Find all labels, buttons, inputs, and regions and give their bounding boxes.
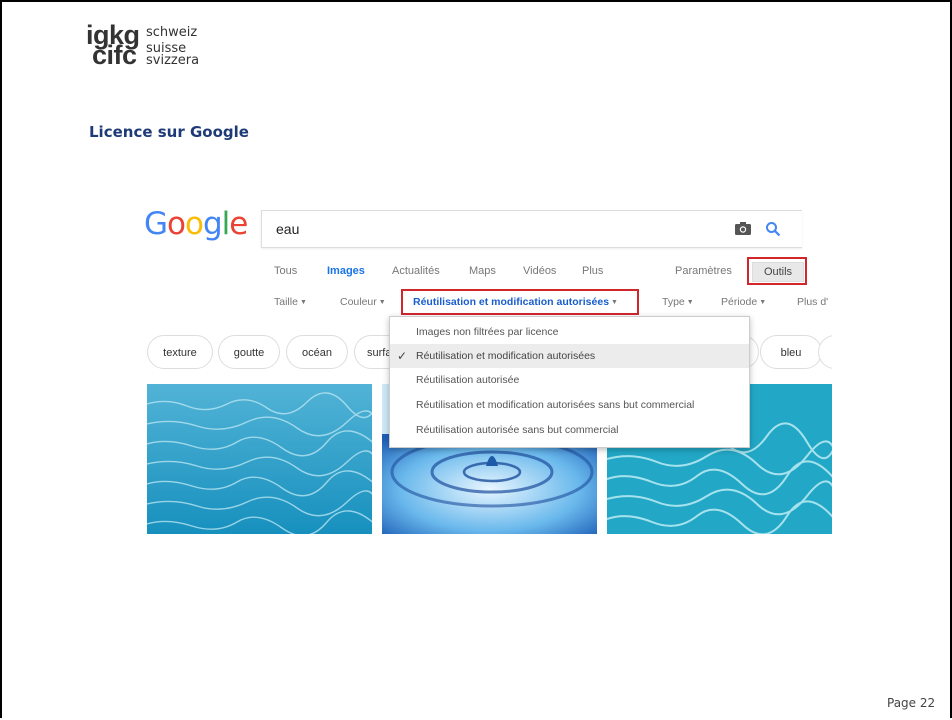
dropdown-item[interactable]: Réutilisation autorisée sans but commerc… (390, 418, 749, 442)
filter-type[interactable]: Type ▼ (662, 296, 694, 308)
chip-texture[interactable]: texture (147, 335, 213, 369)
google-logo-letter: o (167, 206, 186, 242)
filter-size-label: Taille (274, 296, 298, 308)
search-query: eau (276, 221, 300, 237)
tab-images[interactable]: Images (327, 265, 365, 277)
water-texture-image (147, 384, 372, 534)
image-result[interactable] (147, 384, 372, 534)
logo-lang-stack: suisse svizzera (146, 42, 200, 68)
dropdown-item-selected[interactable]: ✓ Réutilisation et modification autorisé… (390, 344, 749, 368)
google-logo[interactable]: Google (144, 206, 248, 242)
google-images-screenshot: Google eau Tous Images Actualités Maps V… (144, 202, 832, 534)
chip-goutte[interactable]: goutte (218, 335, 280, 369)
filter-color[interactable]: Couleur ▼ (340, 296, 386, 308)
caret-down-icon: ▼ (299, 299, 307, 306)
filter-type-label: Type (662, 296, 685, 308)
tab-plus[interactable]: Plus (582, 265, 603, 277)
slide: igkg schweiz cifc suisse svizzera Licenc… (0, 0, 952, 718)
filter-period-label: Période (721, 296, 758, 308)
google-logo-letter: g (202, 206, 223, 242)
filter-color-label: Couleur (340, 296, 377, 308)
tab-actualites[interactable]: Actualités (392, 265, 440, 277)
search-tabs: Tous Images Actualités Maps Vidéos Plus … (144, 265, 832, 283)
google-logo-letter: e (229, 206, 248, 242)
usage-rights-label: Réutilisation et modification autorisées (413, 296, 610, 308)
caret-down-icon: ▼ (611, 299, 618, 306)
igkg-logo: igkg schweiz cifc suisse svizzera (86, 22, 200, 70)
caret-down-icon: ▼ (686, 299, 694, 306)
filter-period[interactable]: Période ▼ (721, 296, 766, 308)
filter-size[interactable]: Taille ▼ (274, 296, 307, 308)
usage-rights-filter[interactable]: Réutilisation et modification autorisées… (401, 289, 639, 315)
logo-svizzera: svizzera (146, 53, 200, 68)
search-input[interactable]: eau (261, 210, 802, 248)
logo-cifc: cifc (92, 40, 137, 70)
caret-down-icon: ▼ (759, 299, 767, 306)
caret-down-icon: ▼ (378, 299, 386, 306)
search-icon[interactable] (765, 221, 781, 237)
tools-button[interactable]: Outils (752, 262, 804, 282)
logo-schweiz: schweiz (146, 25, 198, 40)
tab-tous[interactable]: Tous (274, 265, 297, 277)
filter-more[interactable]: Plus d' (797, 296, 828, 308)
dropdown-item[interactable]: Réutilisation autorisée (390, 368, 749, 392)
tab-maps[interactable]: Maps (469, 265, 496, 277)
google-logo-letter: o (185, 206, 204, 242)
dropdown-item[interactable]: Réutilisation et modification autorisées… (390, 393, 749, 417)
tools-highlight: Outils (747, 257, 807, 285)
chip-ocean[interactable]: océan (286, 335, 348, 369)
check-icon: ✓ (397, 349, 408, 363)
camera-icon[interactable] (735, 222, 751, 235)
dropdown-item[interactable]: Images non filtrées par licence (390, 320, 749, 344)
chip-next[interactable] (818, 335, 832, 369)
settings-link[interactable]: Paramètres (675, 265, 732, 277)
google-logo-letter: G (144, 206, 168, 242)
page-number: Page 22 (887, 696, 936, 710)
tab-videos[interactable]: Vidéos (523, 265, 556, 277)
slide-title: Licence sur Google (89, 123, 249, 141)
chip-bleu[interactable]: bleu (760, 335, 822, 369)
usage-rights-dropdown: Images non filtrées par licence ✓ Réutil… (389, 316, 750, 448)
dropdown-item-label: Réutilisation et modification autorisées (416, 350, 596, 362)
